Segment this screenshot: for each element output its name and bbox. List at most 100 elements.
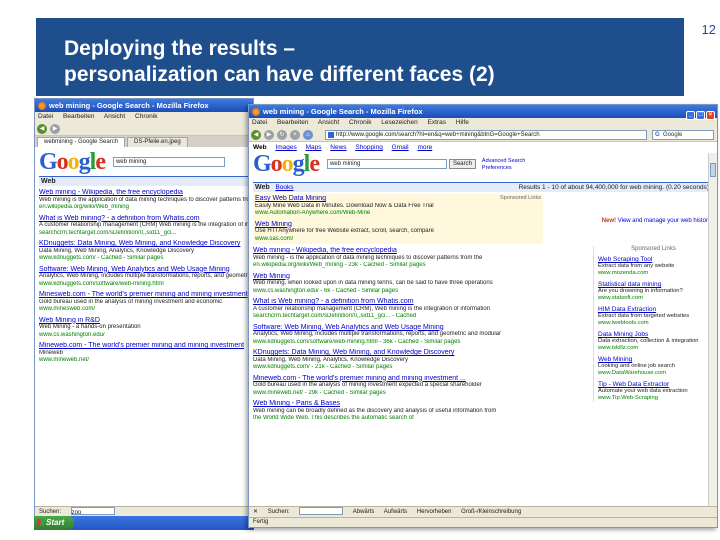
result-snippet: A customer relationship management (CRM)… [253, 305, 490, 312]
window-titlebar[interactable]: web mining - Google Search - Mozilla Fir… [35, 99, 253, 112]
back-arrow-icon[interactable]: ◀ [251, 130, 261, 140]
start-label: Start [46, 518, 65, 527]
result-title[interactable]: Software: Web Mining, Web Analytics and … [253, 324, 541, 332]
google-nav-maps[interactable]: Maps [306, 144, 322, 151]
google-nav-gmail[interactable]: Gmail [392, 144, 409, 151]
find-down-button[interactable]: Abwärts [353, 509, 375, 515]
result-title[interactable]: Web Mining in R&D [39, 317, 249, 325]
google-nav-images[interactable]: Images [275, 144, 296, 151]
google-search-input[interactable]: web mining [326, 159, 447, 169]
start-button[interactable]: Start [34, 516, 74, 530]
result-title[interactable]: Web mining - Wikipedia, the free encyclo… [253, 247, 541, 255]
browser-window-back[interactable]: web mining - Google Search - Mozilla Fir… [34, 98, 254, 518]
menu-item[interactable]: Bearbeiten [63, 113, 94, 120]
result-title[interactable]: Software: Web Mining, Web Analytics and … [39, 266, 249, 274]
vertical-scrollbar[interactable] [708, 153, 717, 507]
menu-item-extras[interactable]: Extras [428, 119, 446, 126]
match-case-checkbox[interactable]: Groß-/Kleinschreibung [461, 509, 521, 515]
menu-item-bearbeiten[interactable]: Bearbeiten [277, 119, 308, 126]
window-titlebar[interactable]: web mining - Google Search - Mozilla Fir… [249, 105, 717, 120]
address-bar[interactable]: http://www.google.com/search?hl=en&q=web… [325, 130, 647, 140]
page-content: Web Images Maps News Shopping Gmail more… [249, 142, 717, 527]
google-logo[interactable]: Google [253, 151, 320, 178]
browser-window-front[interactable]: web mining - Google Search - Mozilla Fir… [248, 104, 718, 528]
side-ad: Web Mining Looking and online job search w… [598, 356, 709, 377]
result-url: www.cs.washington.edu/ [39, 331, 105, 338]
tab-bar: webmining - Google Search DS-Pfeile.en.j… [35, 136, 253, 147]
tab-google-search[interactable]: webmining - Google Search [37, 137, 126, 147]
find-label: Suchen: [267, 509, 290, 515]
ad-title[interactable]: HIM Data Extraction [598, 306, 709, 313]
slide-title: Deploying the results – personalization … [64, 36, 624, 88]
result-title[interactable]: What is Web mining? - a definition from … [39, 215, 249, 223]
google-search-button[interactable]: Search [448, 159, 476, 169]
forward-arrow-icon[interactable]: ▶ [50, 124, 60, 134]
google-logo[interactable]: Google [39, 149, 106, 176]
result-title[interactable]: Minesweb.com - The world's premier minin… [39, 291, 249, 299]
minimize-icon[interactable]: _ [686, 111, 695, 120]
side-ad: HIM Data Extraction Extract data from tar… [598, 306, 709, 327]
results-count: Results 1 - 10 of about 94,400,000 for w… [518, 184, 709, 191]
sponsored-url: www.sas.com/ [255, 235, 294, 242]
result-title[interactable]: Mineweb.com - The world's premier mining… [253, 375, 541, 383]
google-nav-more[interactable]: more [417, 144, 432, 151]
highlight-button[interactable]: Hervorheben [417, 509, 452, 515]
search-result: KDnuggets: Data Mining, Web Mining, and … [39, 240, 249, 263]
back-arrow-icon[interactable]: ◀ [37, 124, 47, 134]
results-list: Web mining - Wikipedia, the free encyclo… [253, 244, 541, 423]
preferences-link[interactable]: Preferences [482, 165, 525, 172]
search-result: Software: Web Mining, Web Analytics and … [253, 324, 541, 347]
web-history-link[interactable]: View and manage your web history [618, 218, 711, 224]
scrollbar-thumb[interactable] [710, 163, 716, 177]
web-history-notice[interactable]: New! View and manage your web history [602, 218, 711, 224]
navigation-toolbar: ◀ ▶ [35, 122, 253, 136]
google-search-input[interactable]: web mining [112, 157, 225, 167]
forward-arrow-icon[interactable]: ▶ [264, 130, 274, 140]
find-input[interactable] [299, 507, 344, 516]
advanced-search-link[interactable]: Advanced Search [482, 158, 525, 165]
address-text: http://www.google.com/search?hl=en&q=web… [336, 132, 540, 138]
ad-title[interactable]: Tip - Web Data Extractor [598, 381, 709, 388]
menu-item[interactable]: Chronik [135, 113, 157, 120]
menu-item-ansicht[interactable]: Ansicht [318, 119, 339, 126]
tab-image[interactable]: DS-Pfeile.en.jpeg [127, 137, 188, 147]
menu-item[interactable]: Ansicht [104, 113, 125, 120]
result-title[interactable]: KDnuggets: Data Mining, Web Mining, and … [253, 349, 541, 357]
result-title[interactable]: Web mining - Wikipedia, the free encyclo… [39, 189, 249, 197]
find-input[interactable]: zoo [70, 507, 115, 516]
result-title[interactable]: KDnuggets: Data Mining, Web Mining, and … [39, 240, 249, 248]
sponsored-title[interactable]: Easy Web Data Mining [255, 195, 541, 203]
result-snippet: Data Mining, Web Mining, Analytics, Know… [253, 356, 408, 363]
reload-icon[interactable]: ↻ [277, 130, 287, 140]
result-title[interactable]: What is Web mining? - a definition from … [253, 298, 541, 306]
maximize-icon[interactable]: □ [696, 111, 705, 120]
result-title[interactable]: Web Mining - Paris & Bases [253, 400, 541, 408]
result-title[interactable]: Web Mining [253, 273, 541, 281]
google-nav-news[interactable]: News [330, 144, 346, 151]
result-title[interactable]: Mineweb.com - The world's premier mining… [39, 342, 249, 350]
stop-icon[interactable]: × [290, 130, 300, 140]
home-icon[interactable]: ⌂ [303, 130, 313, 140]
menu-item-hilfe[interactable]: Hilfe [456, 119, 469, 126]
find-bar: ✕ Suchen: Abwärts Aufwärts Hervorheben G… [249, 506, 717, 517]
books-link[interactable]: Books [275, 184, 293, 191]
result-url: www.minesweb.com/ [39, 306, 96, 312]
menu-item-chronik[interactable]: Chronik [349, 119, 371, 126]
google-nav-web[interactable]: Web [253, 144, 267, 151]
menu-item-lesezeichen[interactable]: Lesezeichen [381, 119, 418, 126]
ad-title[interactable]: Data Mining Jobs [598, 331, 709, 338]
close-icon[interactable]: × [706, 111, 715, 120]
ad-title[interactable]: Web Mining [598, 356, 709, 363]
google-nav-shopping[interactable]: Shopping [355, 144, 382, 151]
browser-search-box[interactable]: G Google [652, 130, 714, 140]
ad-title[interactable]: Web Scraping Tool [598, 256, 709, 263]
google-header: Google web mining Search Advanced Search … [253, 151, 713, 178]
result-url: www.kdnuggets.com/software/web-mining.ht… [39, 280, 164, 287]
close-find-icon[interactable]: ✕ [253, 509, 258, 515]
side-ad: Data Mining Jobs Data extraction, collect… [598, 331, 709, 352]
sponsored-title[interactable]: Web Mining [255, 221, 541, 229]
menu-item[interactable]: Datei [38, 113, 53, 120]
menu-item-datei[interactable]: Datei [252, 119, 267, 126]
find-up-button[interactable]: Aufwärts [384, 509, 407, 515]
ad-title[interactable]: Statistical data mining [598, 281, 709, 288]
